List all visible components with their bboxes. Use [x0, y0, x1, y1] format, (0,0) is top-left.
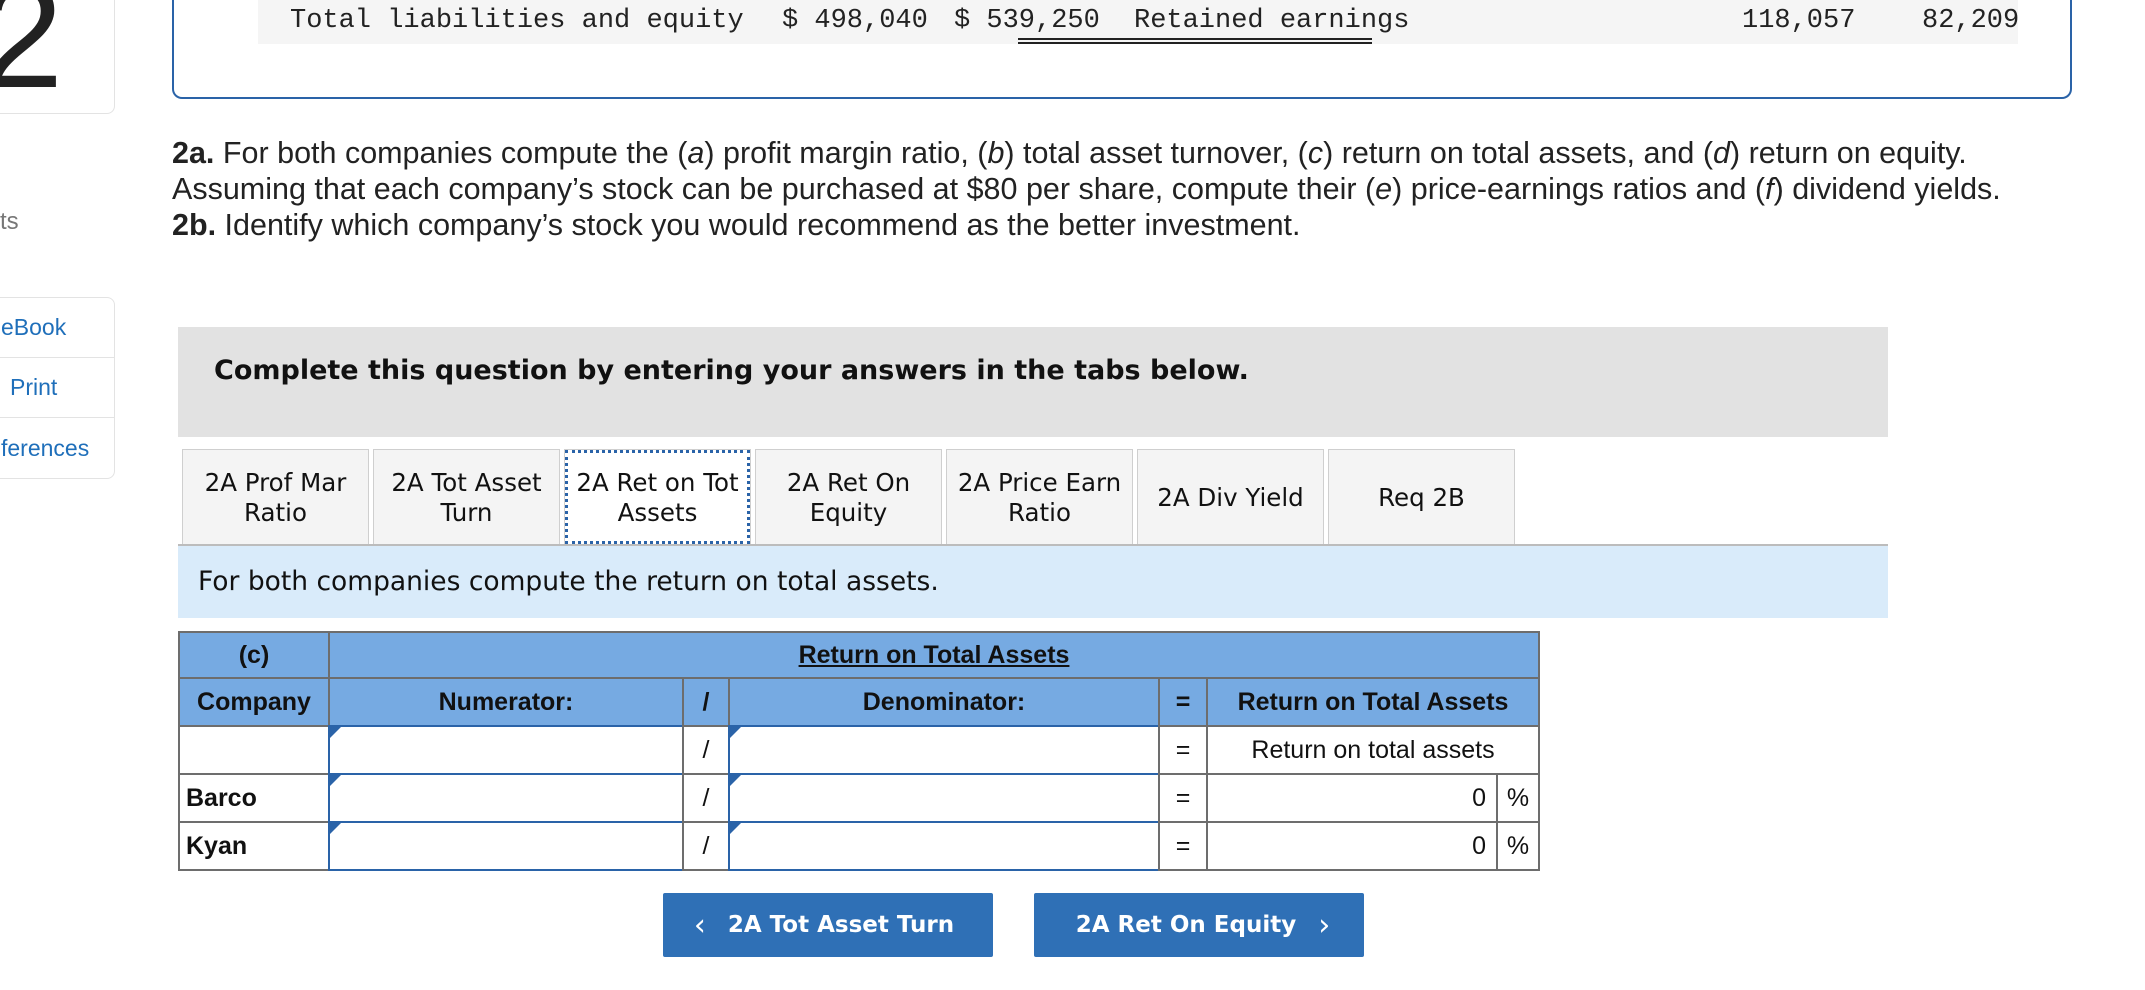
ebook-link[interactable]: eBook — [0, 298, 114, 358]
chevron-left-icon: ‹ — [693, 907, 706, 943]
table-title: Return on Total Assets — [328, 631, 1540, 679]
row0-denominator-input[interactable] — [728, 725, 1160, 775]
barco-equals: = — [1158, 773, 1208, 823]
barco-denominator-input[interactable] — [728, 773, 1160, 823]
tab-bar: 2A Prof Mar Ratio 2A Tot Asset Turn 2A Ret… — [182, 449, 1519, 545]
retained-value-2: 82,209 — [1922, 6, 2020, 36]
print-link[interactable]: Print — [0, 358, 114, 418]
barco-numerator-field[interactable] — [330, 775, 682, 821]
col-result: Return on Total Assets — [1206, 677, 1540, 727]
points-label: ts — [0, 208, 19, 235]
next-tab-button[interactable]: 2A Ret On Equity › — [1034, 893, 1364, 957]
question-part-2b: 2b. Identify which company’s stock you w… — [172, 208, 1301, 242]
prev-tab-label: 2A Tot Asset Turn — [727, 912, 955, 938]
col-equals: = — [1158, 677, 1208, 727]
retained-value-1: 118,057 — [1742, 6, 1856, 36]
row0-denominator-field[interactable] — [730, 727, 1158, 773]
tab-div-yield[interactable]: 2A Div Yield — [1137, 449, 1324, 545]
double-underline — [1018, 38, 1372, 44]
retained-earnings-label: Retained earnings — [1134, 6, 1410, 36]
header-c: (c) — [178, 631, 330, 679]
kyan-numerator-input[interactable] — [328, 821, 684, 871]
kyan-denominator-field[interactable] — [730, 823, 1158, 869]
instructions-text: Complete this question by entering your … — [214, 355, 1249, 386]
instructions-box: Complete this question by entering your … — [178, 327, 1888, 437]
row0-result-label: Return on total assets — [1206, 725, 1540, 775]
row0-divide: / — [682, 725, 730, 775]
tab-description: For both companies compute the return on… — [198, 566, 939, 597]
question-number: 2 — [0, 0, 64, 119]
next-tab-label: 2A Ret On Equity — [1075, 912, 1297, 938]
chevron-right-icon: › — [1318, 907, 1331, 943]
question-part-2a: 2a. For both companies compute the (a) p… — [172, 136, 2001, 206]
tab-prof-mar-ratio[interactable]: 2A Prof Mar Ratio — [182, 449, 369, 545]
kyan-equals: = — [1158, 821, 1208, 871]
kyan-result-unit: % — [1496, 821, 1540, 871]
total-value-2: $ 539,250 — [954, 6, 1100, 36]
tab-description-band: For both companies compute the return on… — [178, 546, 1888, 618]
barco-denominator-field[interactable] — [730, 775, 1158, 821]
tab-price-earn-ratio[interactable]: 2A Price Earn Ratio — [946, 449, 1133, 545]
row0-numerator-input[interactable] — [328, 725, 684, 775]
total-liabilities-label: Total liabilities and equity — [290, 6, 744, 36]
prev-tab-button[interactable]: ‹ 2A Tot Asset Turn — [663, 893, 993, 957]
references-link[interactable]: ferences — [0, 418, 114, 478]
return-on-assets-table: (c) Return on Total Assets Company Numer… — [178, 631, 1540, 873]
col-divide: / — [682, 677, 730, 727]
row0-company — [178, 725, 330, 775]
tab-ret-on-equity[interactable]: 2A Ret On Equity — [755, 449, 942, 545]
col-numerator: Numerator: — [328, 677, 684, 727]
total-value-1: $ 498,040 — [782, 6, 928, 36]
row-barco-company: Barco — [178, 773, 330, 823]
balance-sheet-row: Total liabilities and equity $ 498,040 $… — [258, 0, 2020, 44]
kyan-numerator-field[interactable] — [330, 823, 682, 869]
row0-numerator-field[interactable] — [330, 727, 682, 773]
row-kyan-company: Kyan — [178, 821, 330, 871]
kyan-divide: / — [682, 821, 730, 871]
question-text: 2a. For both companies compute the (a) p… — [172, 135, 2062, 243]
barco-divide: / — [682, 773, 730, 823]
row0-equals: = — [1158, 725, 1208, 775]
col-company: Company — [178, 677, 330, 727]
sidebar-tools: eBook Print ferences — [0, 297, 115, 479]
tab-req-2b[interactable]: Req 2B — [1328, 449, 1515, 545]
barco-numerator-input[interactable] — [328, 773, 684, 823]
barco-result-value: 0 — [1206, 773, 1498, 823]
tab-ret-on-tot-assets[interactable]: 2A Ret on Tot Assets — [564, 449, 751, 545]
tab-tot-asset-turn[interactable]: 2A Tot Asset Turn — [373, 449, 560, 545]
kyan-denominator-input[interactable] — [728, 821, 1160, 871]
col-denominator: Denominator: — [728, 677, 1160, 727]
kyan-result-value: 0 — [1206, 821, 1498, 871]
barco-result-unit: % — [1496, 773, 1540, 823]
